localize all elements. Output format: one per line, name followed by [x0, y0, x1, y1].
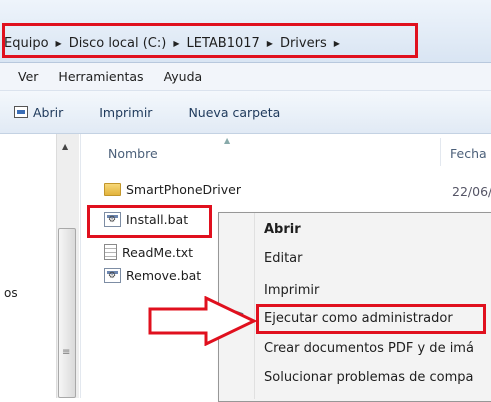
file-date: 22/06/ [452, 184, 491, 199]
ctx-create-pdf[interactable]: Crear documentos PDF y de imá [264, 341, 474, 356]
open-button[interactable]: Abrir [0, 105, 81, 120]
address-annotation-box [2, 23, 418, 58]
print-button-label: Imprimir [99, 104, 153, 120]
install-annotation-box [87, 205, 212, 238]
file-name: SmartPhoneDriver [126, 182, 241, 197]
column-header-date[interactable]: Fecha [450, 146, 487, 161]
file-row-smartphonedriver[interactable]: SmartPhoneDriver [104, 182, 241, 197]
ctx-edit[interactable]: Editar [264, 251, 303, 266]
file-row-readme-txt[interactable]: ReadMe.txt [104, 244, 193, 260]
open-button-label: Abrir [33, 104, 64, 120]
open-icon [14, 106, 28, 118]
file-name: ReadMe.txt [122, 244, 194, 260]
new-folder-button-label: Nueva carpeta [188, 104, 281, 120]
ctx-troubleshoot[interactable]: Solucionar problemas de compa [264, 370, 473, 385]
sort-arrow-icon: ▲ [224, 136, 231, 145]
menu-herramientas[interactable]: Herramientas [48, 69, 153, 84]
folder-icon [104, 183, 121, 196]
print-button[interactable]: Imprimir [81, 105, 170, 120]
menu-ayuda[interactable]: Ayuda [154, 69, 213, 84]
file-row-remove-bat[interactable]: Remove.bat [104, 268, 201, 283]
scroll-up-arrow-icon[interactable]: ▲ [62, 142, 68, 151]
column-divider[interactable] [440, 138, 441, 166]
ctx-open[interactable]: Abrir [264, 222, 301, 237]
ctx-print[interactable]: Imprimir [264, 283, 319, 298]
text-file-icon [104, 244, 117, 260]
scrollbar-thumb[interactable] [58, 228, 76, 398]
menu-ver[interactable]: Ver [0, 69, 48, 84]
scroll-grip-icon: ≡ [62, 347, 71, 358]
run-as-admin-annotation-box [256, 304, 486, 334]
column-header-name[interactable]: Nombre [108, 146, 158, 161]
batch-file-icon [104, 268, 121, 283]
command-bar: Abrir Imprimir Nueva carpeta [0, 91, 491, 134]
annotation-arrow-icon [148, 296, 258, 346]
nav-item-partial[interactable]: os [4, 286, 18, 300]
file-name: Remove.bat [126, 268, 202, 283]
menu-bar: Ver Herramientas Ayuda [0, 63, 491, 91]
new-folder-button[interactable]: Nueva carpeta [170, 105, 298, 120]
